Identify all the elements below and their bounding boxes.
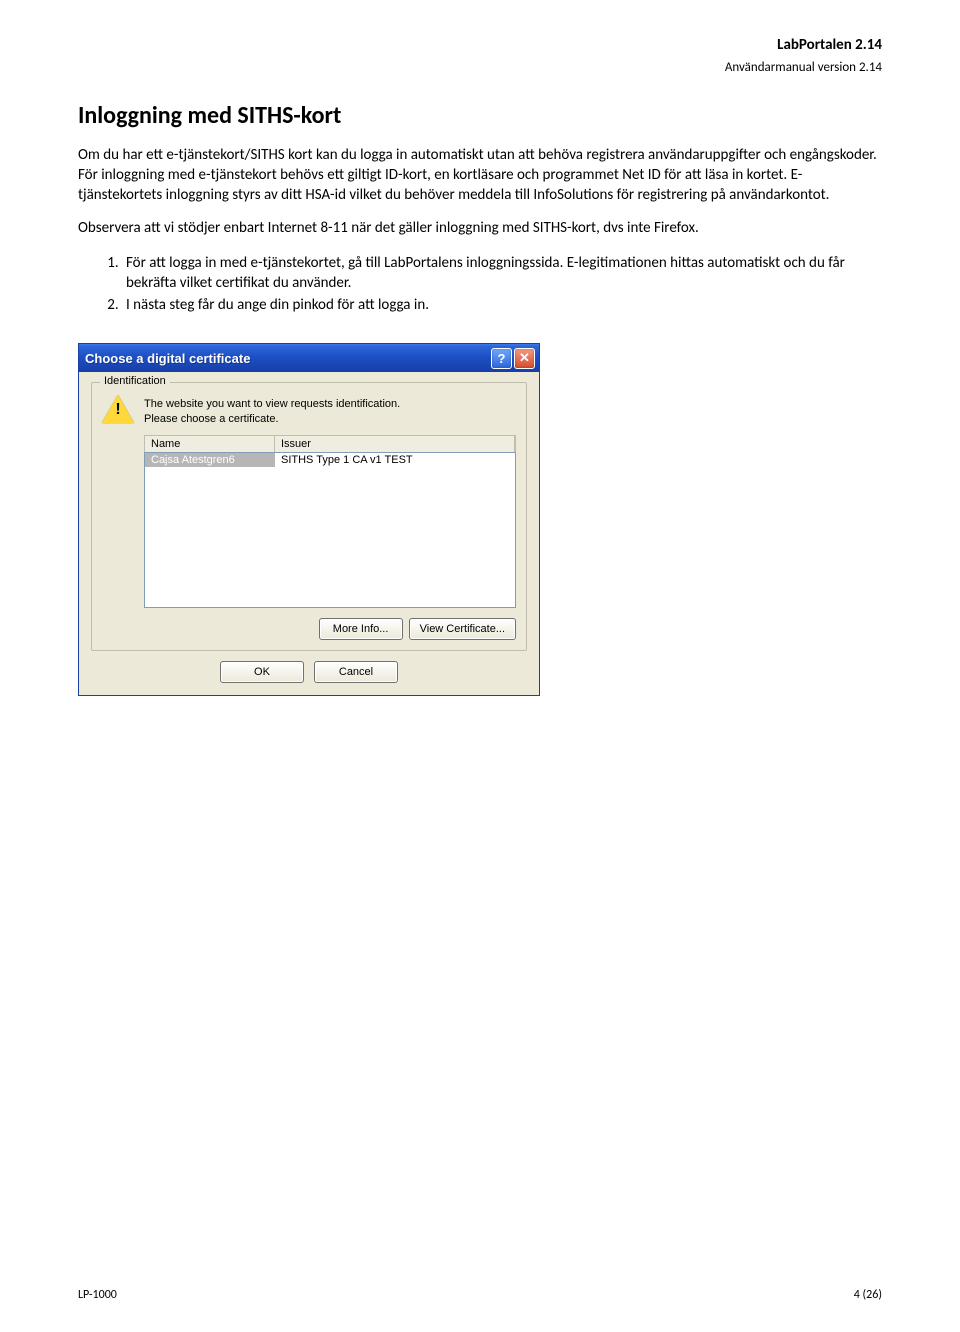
paragraph-note: Observera att vi stödjer enbart Internet…	[78, 219, 882, 239]
step-2: I nästa steg får du ange din pinkod för …	[122, 295, 882, 315]
footer-page-number: 4 (26)	[854, 1288, 882, 1302]
cert-list-header: Name Issuer	[144, 435, 516, 452]
doc-header-title: LabPortalen 2.14	[78, 36, 882, 54]
dialog-message-line1: The website you want to view requests id…	[144, 397, 400, 412]
page-title: Inloggning med SITHS-kort	[78, 101, 882, 130]
identification-group: Identification ! The website you want to…	[91, 382, 527, 651]
doc-header-subtitle: Användarmanual version 2.14	[78, 60, 882, 75]
paragraph-intro: Om du har ett e-tjänstekort/SITHS kort k…	[78, 146, 882, 205]
group-legend: Identification	[100, 375, 170, 387]
cert-list[interactable]: Cajsa Atestgren6 SITHS Type 1 CA v1 TEST	[144, 452, 516, 608]
warning-icon: !	[102, 395, 134, 425]
cert-name: Cajsa Atestgren6	[145, 453, 275, 467]
view-certificate-button[interactable]: View Certificate...	[409, 618, 516, 640]
dialog-message-line2: Please choose a certificate.	[144, 412, 400, 427]
certificate-dialog: Choose a digital certificate ? ✕ Identif…	[78, 343, 540, 696]
dialog-titlebar: Choose a digital certificate ? ✕	[79, 344, 539, 372]
ok-button[interactable]: OK	[220, 661, 304, 683]
col-header-name[interactable]: Name	[145, 436, 275, 452]
step-1: För att logga in med e-tjänstekortet, gå…	[122, 253, 882, 293]
cancel-button[interactable]: Cancel	[314, 661, 398, 683]
more-info-button[interactable]: More Info...	[319, 618, 403, 640]
cert-issuer: SITHS Type 1 CA v1 TEST	[275, 453, 515, 467]
close-button[interactable]: ✕	[514, 348, 535, 369]
help-button[interactable]: ?	[491, 348, 512, 369]
col-header-issuer[interactable]: Issuer	[275, 436, 515, 452]
footer-doc-id: LP-1000	[78, 1288, 117, 1302]
cert-row-selected[interactable]: Cajsa Atestgren6 SITHS Type 1 CA v1 TEST	[145, 453, 515, 467]
dialog-title: Choose a digital certificate	[85, 351, 489, 366]
